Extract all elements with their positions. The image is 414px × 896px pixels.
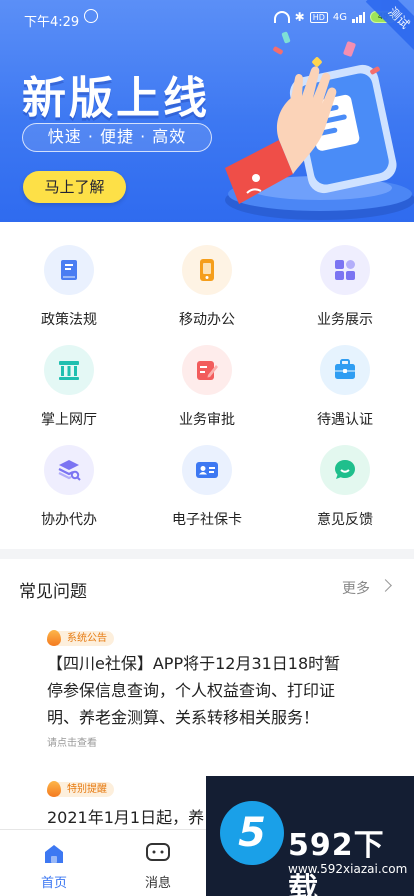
phone-hand-illustration [195,28,414,222]
watermark-url: www.592xiazai.com [288,862,408,876]
tab-label: 消息 [144,876,171,891]
hd-badge: HD [309,11,328,23]
status-time: 下午4:29 [24,15,80,30]
tab-home[interactable]: 首页 [9,830,99,896]
approval-edit-icon [182,345,232,395]
watermark-logo-mark: 5 [220,801,284,865]
more-link[interactable]: 更多 [342,578,370,598]
notice-hint[interactable]: 请点击查看 [47,734,97,749]
grid-item-approval[interactable]: 业务审批 [138,322,276,428]
grid-item-label: 意见反馈 [317,512,373,528]
wifi-icon [273,11,290,23]
watermark-title: 592下载 [288,828,385,896]
message-icon [146,843,170,861]
notice-tag: 系统公告 [47,629,114,647]
learn-more-button[interactable]: 马上了解 [23,171,126,203]
grid-item-label: 电子社保卡 [172,512,242,528]
chevron-right-icon[interactable] [379,579,392,592]
notice-line: 明、养老金测算、关系转移相关服务！ [47,708,320,727]
business-grid-icon [320,245,370,295]
feedback-chat-icon [320,445,370,495]
app-screen: 下午4:29 ✱ HD 4G 48 测试 新版上线 快速 · 便捷 · 高效 马… [0,0,414,896]
notice-item[interactable]: 【四川e社保】APP将于12月31日18时暂 停参保信息查询，个人权益查询、打印… [47,650,377,731]
grid-item-benefit-cert[interactable]: 待遇认证 [276,322,414,428]
alarm-icon [84,9,98,23]
hall-building-icon [44,345,94,395]
notice-tag-label: 特别提醒 [57,781,114,797]
grid-item-feedback[interactable]: 意见反馈 [276,422,414,528]
banner-tagline: 快速 · 便捷 · 高效 [22,123,212,152]
signal-icon [352,11,365,23]
policy-book-icon [44,245,94,295]
grid-item-mobile-office[interactable]: 移动办公 [138,222,276,328]
notice-line: 停参保信息查询，个人权益查询、打印证 [47,681,336,700]
flame-icon [47,781,61,797]
tab-label: 首页 [40,876,67,891]
layers-search-icon [44,445,94,495]
watermark-logo: 5 592下载 www.592xiazai.com [206,776,414,896]
grid-item-business-display[interactable]: 业务展示 [276,222,414,328]
tab-messages[interactable]: 消息 [113,830,203,896]
grid-item-label: 协办代办 [41,512,97,528]
bluetooth-icon: ✱ [294,10,305,24]
grid-item-social-card[interactable]: 电子社保卡 [138,422,276,528]
notice-line: 【四川e社保】APP将于12月31日18时暂 [47,654,341,673]
network-label: 4G [332,11,347,23]
section-title: 常见问题 [19,582,87,602]
home-icon [45,845,63,863]
grid-item-policy[interactable]: 政策法规 [0,222,138,328]
grid-item-online-hall[interactable]: 掌上网厅 [0,322,138,428]
flame-icon [47,630,61,646]
notice-tag-label: 系统公告 [57,630,114,646]
notice-item[interactable]: 2021年1月1日起，养 [47,804,204,828]
notice-tag: 特别提醒 [47,780,114,798]
mobile-office-icon [182,245,232,295]
id-card-icon [182,445,232,495]
grid-item-assist[interactable]: 协办代办 [0,422,138,528]
banner-headline: 新版上线 [22,73,210,124]
briefcase-icon [320,345,370,395]
service-grid: 政策法规 移动办公 业务展示 掌上网厅 业务审批 待遇认证 协办代办 电子社保卡… [0,222,414,549]
promo-banner[interactable]: 下午4:29 ✱ HD 4G 48 测试 新版上线 快速 · 便捷 · 高效 马… [0,0,414,222]
